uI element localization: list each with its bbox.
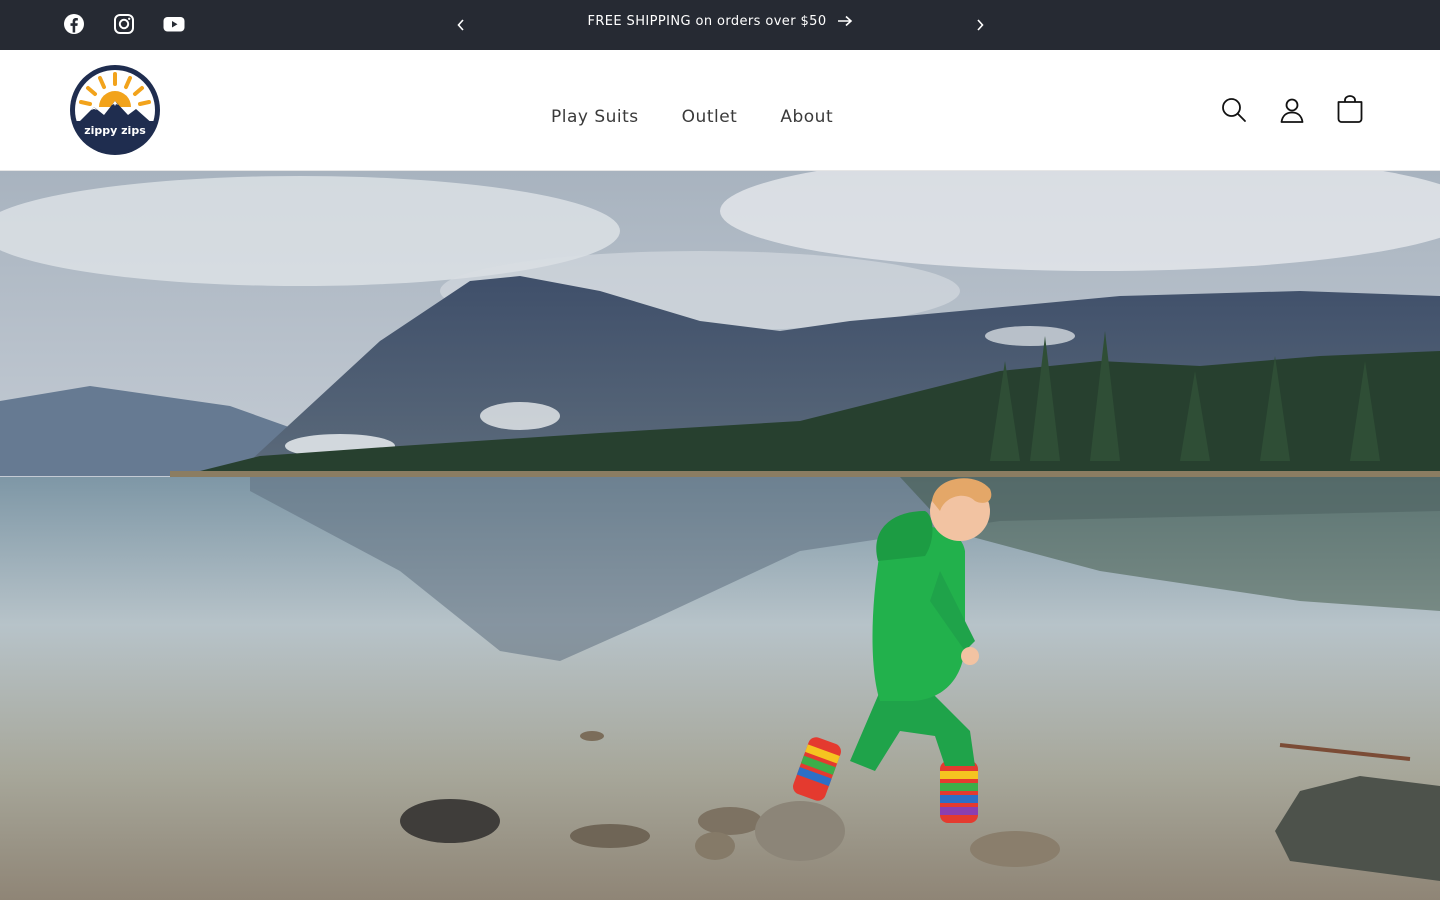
nav-item-outlet[interactable]: Outlet bbox=[665, 104, 764, 130]
nav-item-play-suits[interactable]: Play Suits bbox=[534, 104, 665, 130]
cart-button[interactable] bbox=[1328, 90, 1372, 130]
youtube-link[interactable] bbox=[162, 12, 186, 36]
chevron-right-icon bbox=[977, 19, 984, 31]
brand-logo-link[interactable]: zippy zips bbox=[68, 63, 162, 157]
logo-text: zippy zips bbox=[84, 124, 146, 137]
header-icons bbox=[1212, 90, 1372, 130]
arrow-right-icon bbox=[837, 15, 852, 27]
search-button[interactable] bbox=[1212, 90, 1256, 130]
youtube-icon bbox=[163, 17, 185, 32]
social-links bbox=[62, 12, 186, 36]
instagram-link[interactable] bbox=[112, 12, 136, 36]
announcement-link[interactable]: FREE SHIPPING on orders over $50 bbox=[480, 0, 960, 42]
cart-icon bbox=[1337, 95, 1363, 123]
announcement-prev-button[interactable] bbox=[449, 13, 473, 37]
account-button[interactable] bbox=[1270, 90, 1314, 130]
hero-image bbox=[0, 171, 1440, 900]
brand-logo: zippy zips bbox=[70, 65, 160, 155]
announcement-next-button[interactable] bbox=[968, 13, 992, 37]
hero-banner bbox=[0, 171, 1440, 900]
facebook-link[interactable] bbox=[62, 12, 86, 36]
nav-item-about[interactable]: About bbox=[763, 104, 859, 130]
announcement-bar: FREE SHIPPING on orders over $50 bbox=[0, 0, 1440, 50]
main-nav: Play Suits Outlet About bbox=[534, 104, 859, 130]
site-header: zippy zips Play Suits Outlet About bbox=[0, 50, 1440, 171]
announcement-text: FREE SHIPPING on orders over $50 bbox=[587, 13, 827, 29]
chevron-left-icon bbox=[457, 19, 464, 31]
account-icon bbox=[1280, 98, 1304, 123]
facebook-icon bbox=[64, 14, 84, 34]
search-icon bbox=[1222, 98, 1246, 122]
instagram-icon bbox=[114, 14, 134, 34]
